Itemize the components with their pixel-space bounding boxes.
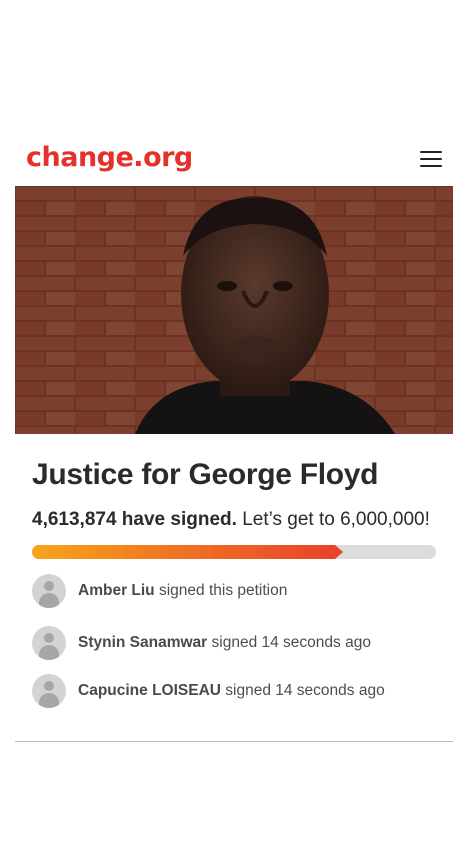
- signature-goal: Let’s get to 6,000,000!: [242, 509, 430, 530]
- petition-title: Justice for George Floyd: [32, 458, 379, 491]
- signer-name: Capucine LOISEAU: [78, 682, 221, 699]
- signature-progress-bar: [32, 545, 436, 559]
- section-divider: [15, 741, 453, 742]
- list-item: Amber Liu signed this petition: [32, 574, 287, 608]
- signer-action: signed 14 seconds ago: [211, 634, 371, 651]
- avatar: [32, 674, 66, 708]
- signer-action: signed 14 seconds ago: [225, 682, 385, 699]
- hamburger-menu-icon[interactable]: [420, 151, 442, 169]
- petition-photo: [15, 186, 453, 434]
- signature-count: 4,613,874 have signed.: [32, 509, 237, 530]
- signature-summary: 4,613,874 have signed. Let’s get to 6,00…: [32, 509, 430, 531]
- signer-action: signed this petition: [158, 582, 288, 599]
- change-org-logo[interactable]: change.org: [26, 142, 193, 173]
- signer-name: Amber Liu: [78, 582, 155, 599]
- avatar: [32, 626, 66, 660]
- avatar: [32, 574, 66, 608]
- signer-name: Stynin Sanamwar: [78, 634, 208, 651]
- list-item: Capucine LOISEAU signed 14 seconds ago: [32, 674, 385, 708]
- progress-marker: [335, 545, 343, 559]
- site-header: change.org: [0, 138, 474, 184]
- list-item: Stynin Sanamwar signed 14 seconds ago: [32, 626, 371, 660]
- progress-fill: [32, 545, 335, 559]
